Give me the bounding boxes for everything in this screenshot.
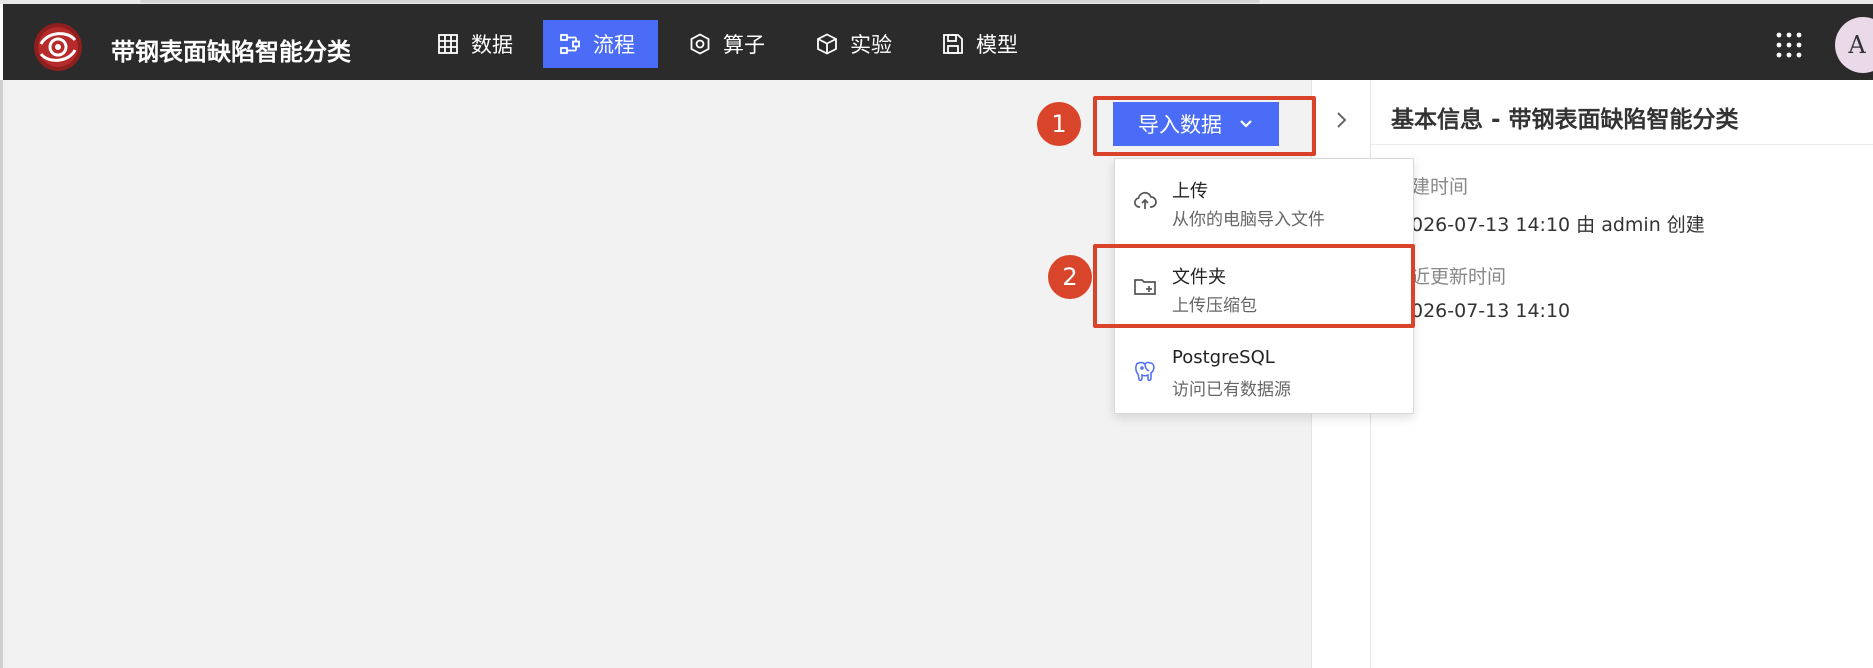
updated-time-label: 近更新时间 [1411, 266, 1507, 288]
info-panel: 基本信息 - 带钢表面缺陷智能分类 建时间 026-07-13 14:10 由 … [1371, 80, 1873, 668]
created-time-label: 建时间 [1411, 176, 1469, 198]
nav-item-flow[interactable]: 流程 [543, 20, 658, 68]
step-badge-2: 2 [1048, 255, 1092, 299]
nav-item-label: 模型 [976, 33, 1018, 57]
user-avatar[interactable]: A [1835, 17, 1873, 73]
nav-item-operators[interactable]: 算子 [673, 20, 781, 68]
cube-icon [817, 33, 837, 55]
app-logo-icon[interactable] [33, 22, 83, 72]
nav-item-label: 算子 [723, 33, 765, 57]
dropdown-item-desc: 访问已有数据源 [1172, 380, 1291, 400]
chevron-right-icon[interactable] [1333, 110, 1349, 130]
dropdown-item-desc: 从你的电脑导入文件 [1172, 210, 1325, 230]
nav-item-label: 实验 [850, 33, 892, 57]
cloud-upload-icon [1134, 191, 1157, 209]
step-badge-1: 1 [1037, 102, 1081, 146]
dropdown-item-upload[interactable]: 上传 从你的电脑导入文件 [1115, 159, 1415, 241]
save-icon [943, 34, 963, 54]
nav-item-label: 流程 [593, 33, 635, 57]
app-window: 带钢表面缺陷智能分类 数据 流程 算子 实验 模型 A 基本信息 - 带钢表面缺… [0, 0, 1873, 668]
nav-item-data[interactable]: 数据 [421, 20, 529, 68]
dropdown-item-postgresql[interactable]: PostgreSQL 访问已有数据源 [1115, 329, 1415, 411]
top-navbar: 带钢表面缺陷智能分类 数据 流程 算子 实验 模型 A [3, 4, 1873, 80]
dropdown-item-title: 上传 [1172, 181, 1208, 202]
nav-item-models[interactable]: 模型 [926, 20, 1034, 68]
app-title: 带钢表面缺陷智能分类 [111, 38, 351, 66]
updated-time-value: 026-07-13 14:10 [1411, 300, 1571, 322]
highlight-box-step1 [1093, 96, 1316, 156]
nav-item-experiments[interactable]: 实验 [800, 20, 908, 68]
panel-divider [1371, 144, 1873, 145]
nav-item-label: 数据 [471, 33, 513, 57]
table-icon [438, 34, 458, 54]
dropdown-item-title: PostgreSQL [1172, 347, 1275, 368]
apps-grid-icon[interactable] [1776, 32, 1802, 62]
hexagon-icon [690, 33, 710, 55]
panel-title: 基本信息 - 带钢表面缺陷智能分类 [1391, 107, 1739, 133]
flow-icon [560, 34, 580, 54]
highlight-box-step2 [1093, 244, 1415, 328]
created-time-value: 026-07-13 14:10 由 admin 创建 [1411, 214, 1705, 236]
postgresql-icon [1135, 361, 1155, 382]
